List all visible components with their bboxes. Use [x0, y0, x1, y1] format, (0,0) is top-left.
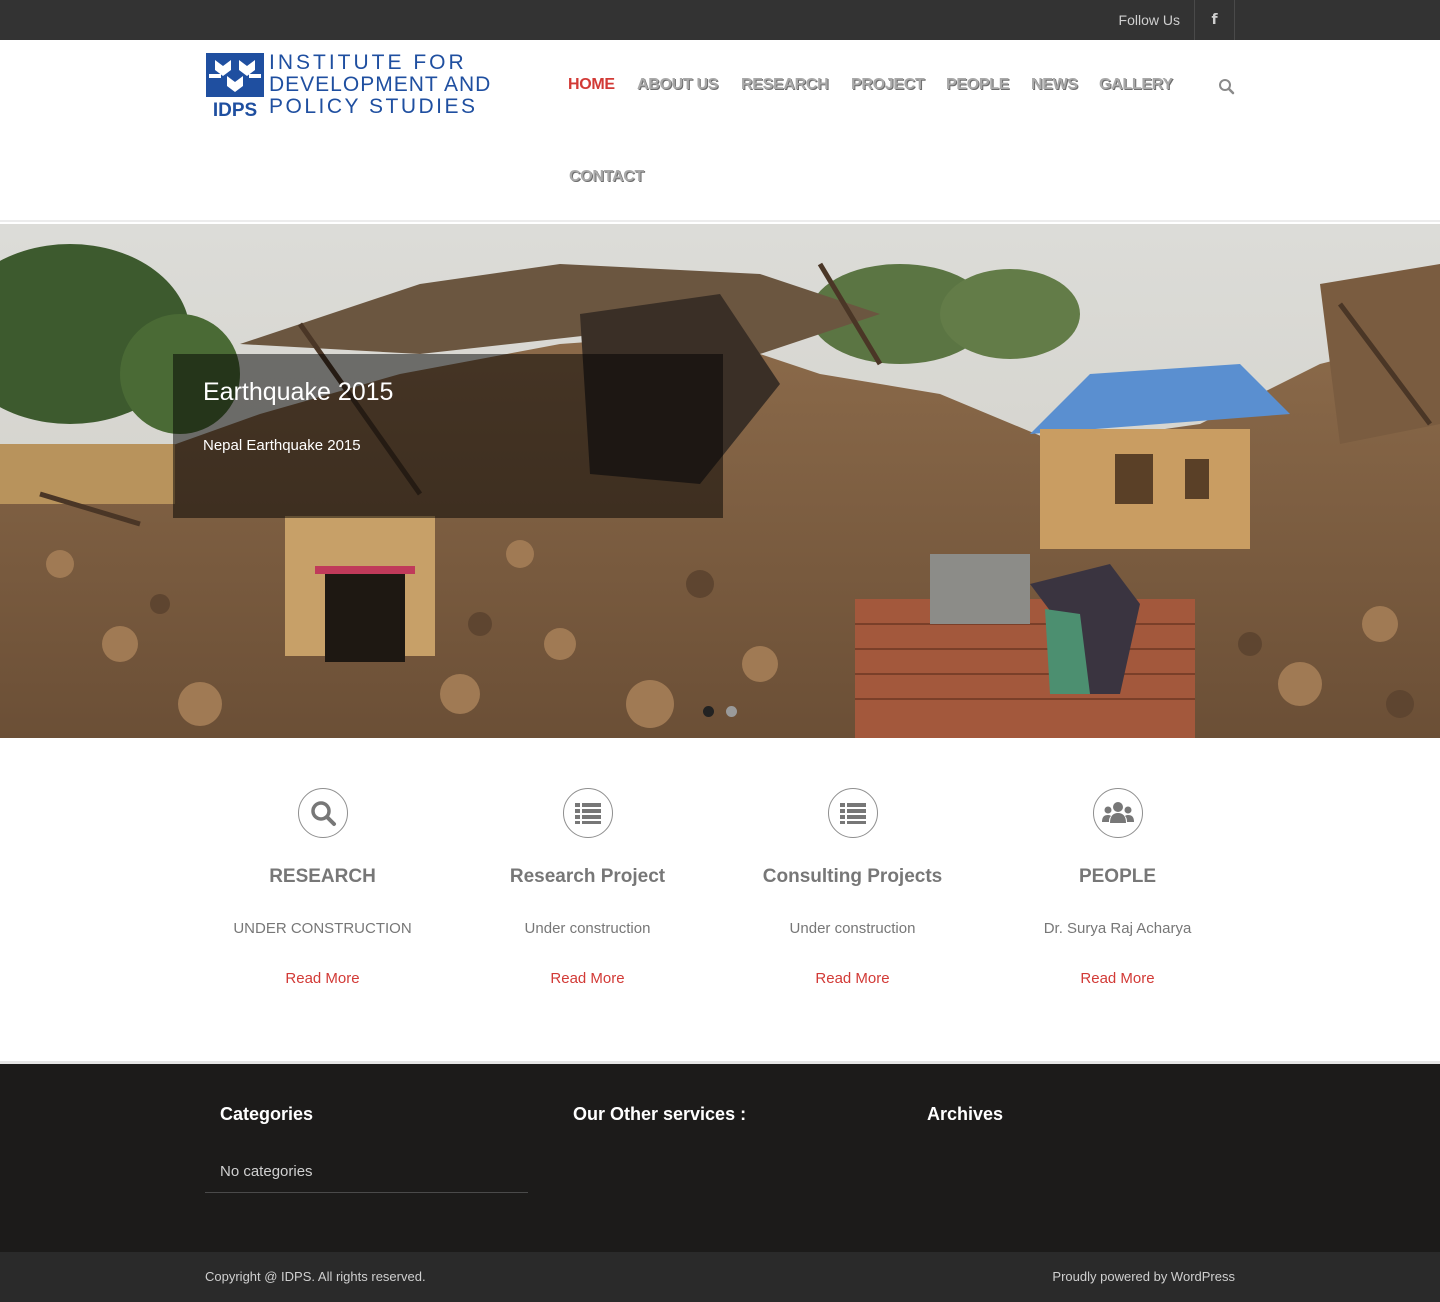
logo-letters: IDPS: [213, 100, 257, 118]
slide-title: Earthquake 2015: [203, 378, 394, 406]
categories-empty: No categories: [205, 1157, 528, 1193]
search-icon: [310, 801, 336, 826]
site-logo[interactable]: IDPS INSTITUTE FOR DEVELOPMENT AND POLIC…: [205, 51, 490, 120]
nav-gallery[interactable]: GALLERY: [1099, 76, 1173, 94]
powered-by-link[interactable]: Proudly powered by WordPress: [1052, 1269, 1235, 1284]
feature-text: UNDER CONSTRUCTION: [233, 920, 412, 937]
read-more-link[interactable]: Read More: [285, 970, 359, 987]
logo-line-2: DEVELOPMENT AND: [269, 73, 492, 96]
services-title: Our Other services :: [573, 1104, 747, 1124]
feature-title: RESEARCH: [269, 866, 376, 887]
feature-title: PEOPLE: [1078, 866, 1157, 887]
slide-subtitle: Nepal Earthquake 2015: [203, 437, 361, 454]
list-icon: [574, 803, 601, 824]
follow-us-label: Follow Us: [1118, 12, 1180, 28]
feature-text: Under construction: [524, 920, 651, 937]
copyright-text: Copyright @ IDPS. All rights reserved.: [205, 1269, 426, 1284]
feature-text: Dr. Surya Raj Acharya: [1043, 920, 1192, 937]
read-more-link[interactable]: Read More: [550, 970, 624, 987]
feature-people: PEOPLE Dr. Surya Raj Acharya Read More: [985, 788, 1250, 988]
feature-research: RESEARCH UNDER CONSTRUCTION Read More: [190, 788, 455, 988]
nav-research[interactable]: RESEARCH: [741, 76, 829, 94]
slider-dot-1[interactable]: [703, 706, 714, 717]
nav-news[interactable]: NEWS: [1031, 76, 1078, 94]
feature-title: Research Project: [509, 866, 666, 887]
nav-project[interactable]: PROJECT: [851, 76, 925, 94]
logo-line-1: INSTITUTE FOR: [269, 51, 467, 74]
feature-research-project: Research Project Under construction Read…: [455, 788, 720, 988]
feature-icon-circle: [297, 788, 348, 838]
feature-icon-circle: [562, 788, 613, 838]
logo-line-3: POLICY STUDIES: [269, 95, 478, 118]
feature-icon-circle: [1092, 788, 1143, 838]
nav-about-us[interactable]: ABOUT US: [637, 76, 718, 94]
feature-title: Consulting Projects: [762, 866, 943, 887]
archives-title: Archives: [927, 1104, 1004, 1124]
categories-title: Categories: [220, 1104, 314, 1124]
facebook-icon[interactable]: f: [1194, 0, 1235, 40]
slider-dot-2[interactable]: [726, 706, 737, 717]
logo-mark-icon: IDPS: [205, 52, 265, 118]
nav-contact[interactable]: CONTACT: [569, 168, 644, 186]
list-icon: [839, 803, 866, 824]
feature-text: Under construction: [789, 920, 916, 937]
feature-consulting-projects: Consulting Projects Under construction R…: [720, 788, 985, 988]
footer-widgets: Categories No categories Our Other servi…: [0, 1061, 1440, 1252]
read-more-link[interactable]: Read More: [1080, 970, 1154, 987]
users-icon: [1101, 802, 1134, 823]
top-bar: Follow Us f: [0, 0, 1440, 40]
feature-icon-circle: [827, 788, 878, 838]
search-icon[interactable]: [1217, 76, 1237, 96]
bottom-bar: Copyright @ IDPS. All rights reserved. P…: [0, 1252, 1440, 1302]
site-header: IDPS INSTITUTE FOR DEVELOPMENT AND POLIC…: [0, 40, 1440, 222]
read-more-link[interactable]: Read More: [815, 970, 889, 987]
nav-people[interactable]: PEOPLE: [946, 76, 1009, 94]
nav-home[interactable]: HOME: [568, 76, 615, 94]
hero-slider[interactable]: [0, 224, 1440, 738]
